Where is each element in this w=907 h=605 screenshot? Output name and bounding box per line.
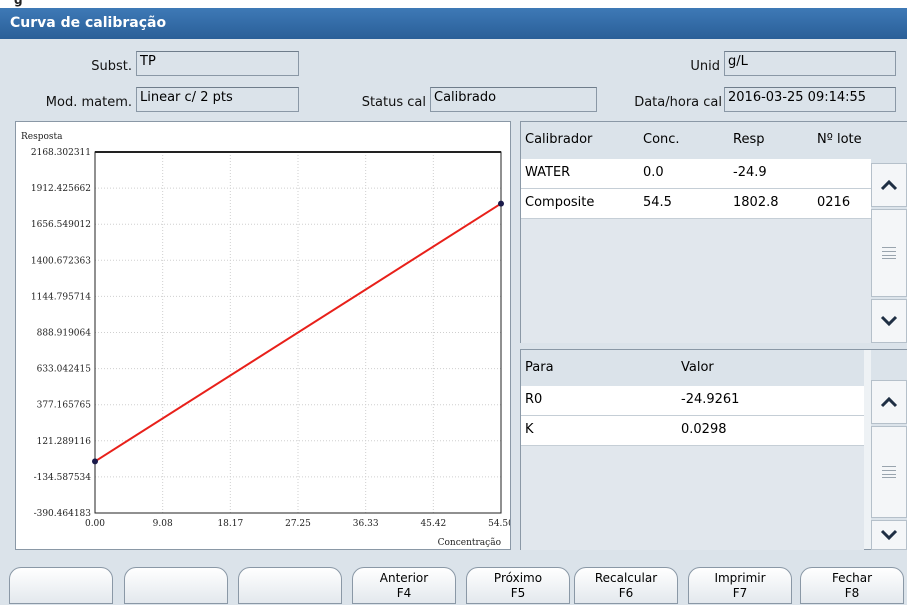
scroll-down-button[interactable] xyxy=(871,299,907,343)
calibrators-empty-area xyxy=(521,219,871,343)
chevron-up-icon xyxy=(880,396,898,408)
chevron-down-icon xyxy=(880,529,898,541)
x-axis-label: Concentração xyxy=(438,537,501,548)
params-scrollbar[interactable] xyxy=(871,350,907,550)
proximo-button[interactable]: Próximo F5 xyxy=(466,567,570,604)
x-tick-label: 54.50 xyxy=(488,519,510,529)
subst-label: Subst. xyxy=(91,59,132,74)
y-axis-label: Resposta xyxy=(21,132,63,142)
proximo-label: Próximo xyxy=(493,571,543,585)
table-row[interactable]: WATER 0.0 -24.9 xyxy=(521,159,871,189)
anterior-label: Anterior xyxy=(379,571,429,585)
cell-calibrador: Composite xyxy=(525,195,595,210)
cell-resp: -24.9 xyxy=(733,165,767,180)
mod-label: Mod. matem. xyxy=(45,95,132,110)
unid-label: Unid xyxy=(690,59,720,74)
imprimir-key: F7 xyxy=(732,586,748,600)
x-tick-label: 18.17 xyxy=(217,519,243,529)
y-tick-label: 1400.672363 xyxy=(31,256,91,266)
x-tick-label: 27.25 xyxy=(285,519,311,529)
top-strip-text: g xyxy=(14,0,23,7)
x-tick-label: 0.00 xyxy=(85,519,105,529)
params-header: Para Valor xyxy=(521,350,864,386)
calibrators-grid: Calibrador Conc. Resp Nº lote WATER 0.0 … xyxy=(520,121,907,343)
params-empty-area xyxy=(521,446,864,550)
grip-icon xyxy=(882,466,896,478)
cell-valor: 0.0298 xyxy=(681,422,727,437)
status-field: Calibrado xyxy=(430,87,597,112)
window-title: Curva de calibração xyxy=(0,8,907,39)
mod-field: Linear c/ 2 pts xyxy=(136,87,299,112)
calibration-window: Curva de calibração Subst. TP Unid g/L M… xyxy=(0,8,907,605)
table-row[interactable]: K 0.0298 xyxy=(521,416,864,446)
y-tick-label: 377.165765 xyxy=(37,401,92,411)
y-tick-label: 1912.425662 xyxy=(31,184,91,194)
y-tick-label: 633.042415 xyxy=(37,365,92,375)
cell-lote: 0216 xyxy=(817,195,851,210)
table-row[interactable]: R0 -24.9261 xyxy=(521,386,864,416)
cell-conc: 0.0 xyxy=(643,165,664,180)
y-tick-label: 121.289116 xyxy=(37,437,92,447)
scroll-up-button[interactable] xyxy=(871,163,907,207)
params-grid: Para Valor R0 -24.9261 K 0.0298 xyxy=(520,349,907,550)
cell-conc: 54.5 xyxy=(643,195,672,210)
cell-calibrador: WATER xyxy=(525,165,571,180)
fechar-key: F8 xyxy=(844,586,860,600)
fechar-button[interactable]: Fechar F8 xyxy=(800,567,904,604)
scroll-down-button[interactable] xyxy=(871,520,907,550)
y-tick-label: 2168.302311 xyxy=(31,148,91,158)
function-button-1[interactable] xyxy=(9,567,113,604)
function-button-2[interactable] xyxy=(124,567,228,604)
col-lote: Nº lote xyxy=(817,132,862,147)
chevron-up-icon xyxy=(880,179,898,191)
calibrators-scrollbar[interactable] xyxy=(871,159,907,343)
datahora-field: 2016-03-25 09:14:55 xyxy=(724,87,896,112)
fechar-label: Fechar xyxy=(831,571,873,585)
recalcular-key: F6 xyxy=(618,586,634,600)
calibration-chart: 2168.302311 1912.425662 1656.549012 1400.67… xyxy=(15,121,511,550)
x-tick-label: 45.42 xyxy=(420,519,446,529)
cell-para: K xyxy=(525,422,534,437)
cell-valor: -24.9261 xyxy=(681,392,740,407)
status-label: Status cal xyxy=(361,95,426,110)
y-tick-label: 888.919064 xyxy=(37,329,92,339)
y-tick-label: -390.464183 xyxy=(34,509,92,519)
data-point xyxy=(498,200,504,207)
chart-svg: 2168.302311 1912.425662 1656.549012 1400.67… xyxy=(21,132,510,548)
table-row[interactable]: Composite 54.5 1802.8 0216 xyxy=(521,189,871,219)
anterior-button[interactable]: Anterior F4 xyxy=(352,567,456,604)
grip-icon xyxy=(882,247,896,259)
scroll-up-button[interactable] xyxy=(871,380,907,424)
subst-field: TP xyxy=(136,51,299,76)
function-button-3[interactable] xyxy=(238,567,342,604)
imprimir-button[interactable]: Imprimir F7 xyxy=(688,567,792,604)
top-strip: g xyxy=(0,0,907,8)
unid-field: g/L xyxy=(724,51,896,76)
x-tick-label: 9.08 xyxy=(153,519,173,529)
col-resp: Resp xyxy=(733,132,765,147)
col-calibrador: Calibrador xyxy=(525,132,593,147)
scroll-track[interactable] xyxy=(871,209,907,297)
y-tick-label: 1656.549012 xyxy=(31,220,91,230)
scroll-track[interactable] xyxy=(871,426,907,518)
y-tick-label: 1144.795714 xyxy=(31,292,91,302)
cell-para: R0 xyxy=(525,392,543,407)
chevron-down-icon xyxy=(880,315,898,327)
calibrators-header: Calibrador Conc. Resp Nº lote xyxy=(521,122,907,159)
cell-resp: 1802.8 xyxy=(733,195,779,210)
imprimir-label: Imprimir xyxy=(714,571,766,585)
y-tick-label: -134.587534 xyxy=(34,473,92,483)
datahora-label: Data/hora cal xyxy=(634,95,722,110)
data-point xyxy=(92,458,98,465)
col-valor: Valor xyxy=(681,360,714,375)
col-para: Para xyxy=(525,360,554,375)
col-conc: Conc. xyxy=(643,132,680,147)
proximo-key: F5 xyxy=(510,586,526,600)
anterior-key: F4 xyxy=(396,586,412,600)
recalcular-label: Recalcular xyxy=(594,571,658,585)
function-bar: Anterior F4 Próximo F5 Recalcular F6 Imprim… xyxy=(0,554,907,605)
recalcular-button[interactable]: Recalcular F6 xyxy=(574,567,678,604)
x-tick-label: 36.33 xyxy=(353,519,379,529)
